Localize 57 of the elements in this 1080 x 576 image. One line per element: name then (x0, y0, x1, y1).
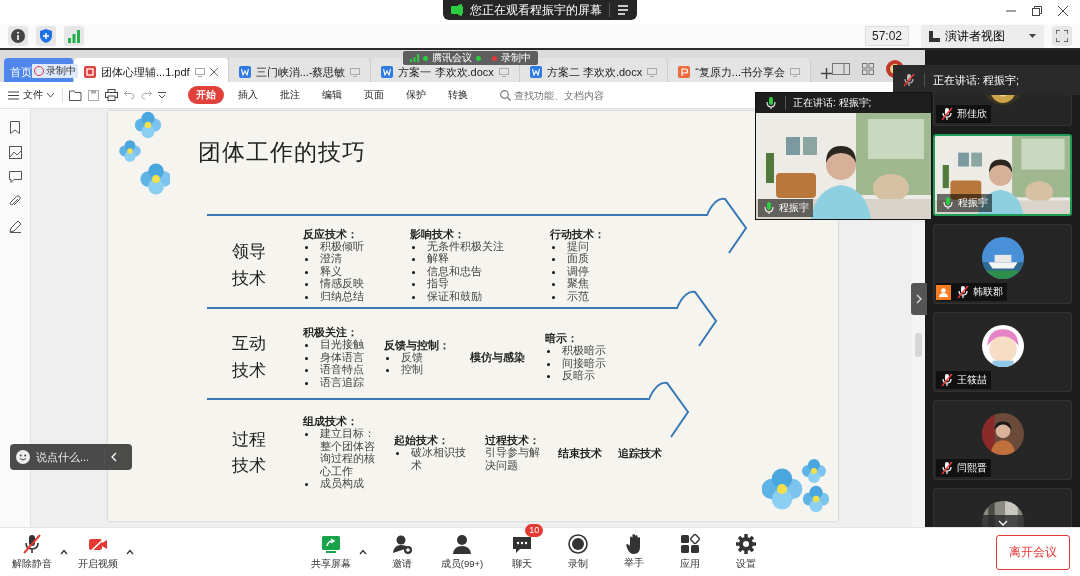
group-heading: 行动技术： (550, 227, 605, 241)
list-item: 语音特点 (303, 364, 364, 377)
group-heading: 过程技术： (484, 434, 541, 447)
name-tag: 程振宇 (758, 199, 813, 217)
row-label: 过程技术 (232, 428, 267, 477)
list-item: 控制 (384, 364, 450, 377)
row-label: 互动技术 (232, 333, 267, 382)
group-heading: 模仿与感染 (470, 351, 525, 364)
speaking-text: 正在讲话: 程振宇; (793, 96, 872, 110)
group-heading: 积极关注： (303, 326, 359, 339)
list-item: 积极暗示 (545, 345, 606, 358)
recording-toast: 录制中 (32, 64, 78, 78)
list-item: 积极倾听 (303, 240, 364, 254)
list-item: 目光接触 (303, 339, 364, 352)
list-item: 释义 (303, 265, 364, 279)
name-tag: 邢佳欣 (936, 105, 991, 123)
group-heading: 反应技术： (303, 227, 359, 241)
name-tag: 王筱喆 (936, 371, 991, 389)
name-tag: 程振宇 (937, 194, 992, 212)
list-item: 反馈 (384, 351, 450, 364)
list-item: 调停 (550, 265, 605, 279)
group-heading: 追踪技术 (618, 446, 663, 460)
list-item: 示范 (550, 290, 605, 304)
group-heading: 组成技术： (303, 415, 359, 428)
notice-text: 您正在观看程振宇的屏幕 (470, 1, 602, 19)
list-item: 澄清 (303, 253, 364, 266)
slide-title: 团体工作的技巧 (198, 138, 366, 167)
row-label: 领导技术 (232, 241, 267, 290)
list-item: 身体语言 (303, 351, 364, 364)
list-item: 成员构成 (303, 478, 378, 491)
name-tag: 闫熙晋 (936, 459, 991, 477)
name-tag: 韩联郡 (936, 283, 1007, 301)
list-item: 提问 (550, 240, 605, 254)
list-item: 情感反映 (303, 278, 364, 291)
list-item: 语言追踪 (303, 376, 364, 389)
list-item: 解释 (410, 253, 504, 266)
list-item: 面质 (550, 253, 605, 266)
group-heading: 反馈与控制： (384, 338, 450, 351)
group-heading: 暗示： (545, 332, 579, 345)
group-heading: 起始技术： (393, 434, 450, 447)
list-item: 归纳总结 (303, 290, 364, 304)
list-item: 信息和忠告 (410, 265, 504, 279)
group-text: 引导参与解决问题 (484, 447, 541, 472)
unread-count: 10 (525, 524, 544, 537)
group-heading: 影响技术： (410, 227, 466, 241)
group-heading: 结束技术 (558, 446, 603, 460)
meeting-timer: 57:02 (864, 26, 909, 46)
list-item: 无条件积极关注 (410, 240, 504, 254)
list-item: 指导 (410, 278, 504, 291)
list-item: 聚焦 (550, 278, 605, 291)
list-item: 保证和鼓励 (410, 290, 504, 304)
list-item: 破冰相识技术 (393, 447, 469, 472)
speaking-toast: 正在讲话: 程振宇; (893, 65, 1080, 95)
list-item: 间接暗示 (545, 357, 606, 371)
recording-status-toast: 腾讯会议 录制中 (403, 51, 538, 65)
list-item: 建立目标：整个团体咨询过程的核心工作 (303, 428, 378, 479)
list-item: 反暗示 (545, 370, 606, 383)
